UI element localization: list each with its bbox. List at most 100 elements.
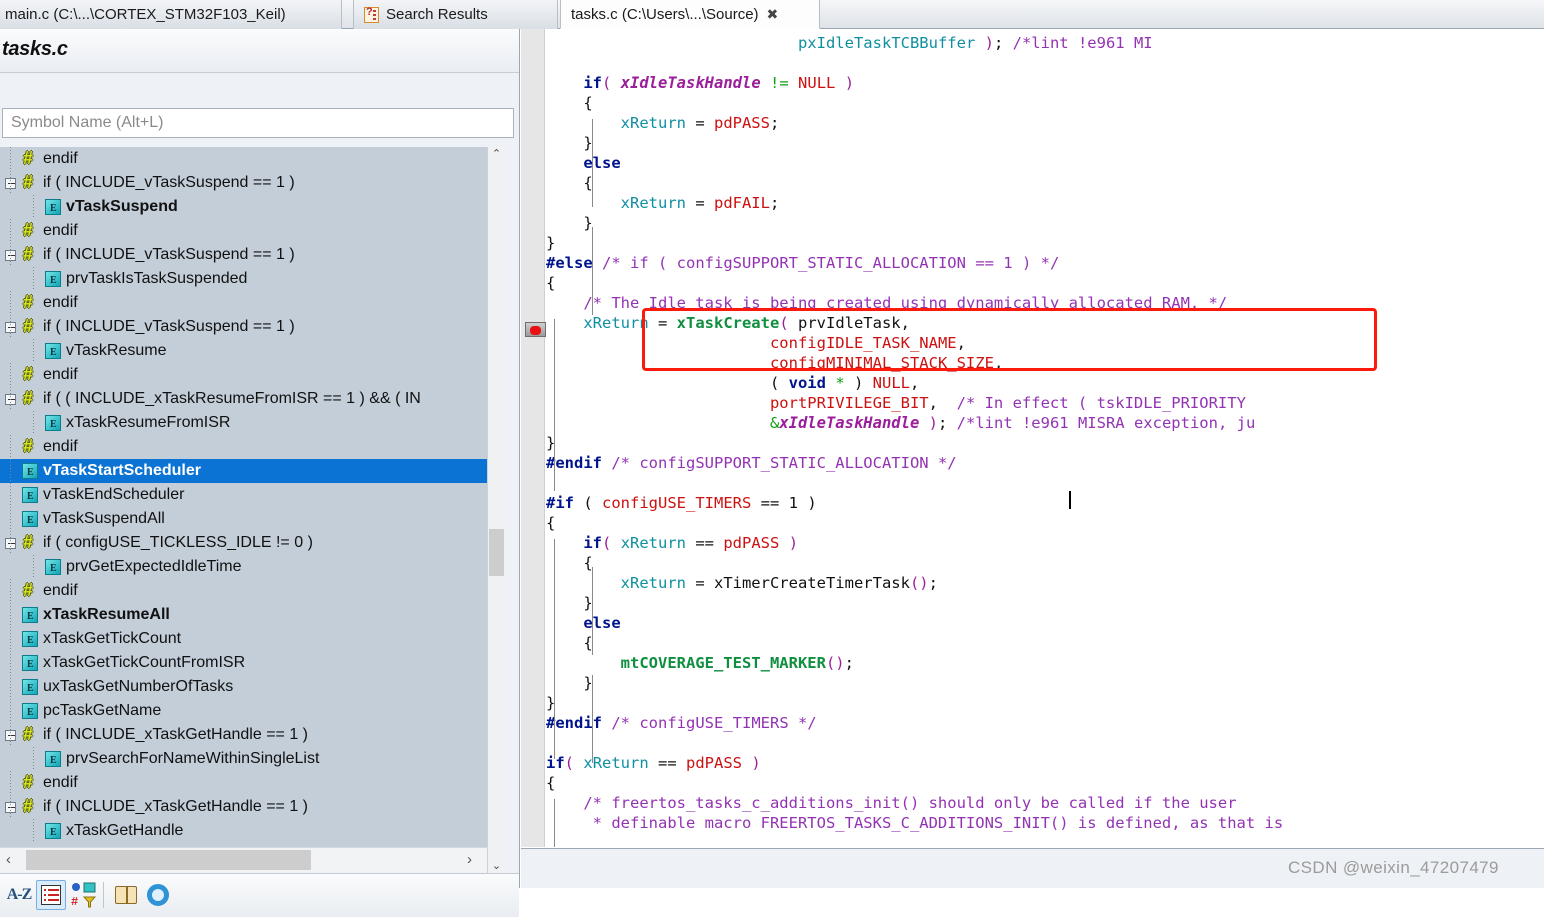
tree-item[interactable]: vTaskResume	[0, 339, 487, 365]
scroll-left-icon[interactable]: ‹	[6, 851, 11, 868]
toolbar-divider	[103, 882, 104, 908]
close-icon[interactable]: ✖	[767, 6, 779, 23]
editor-gutter[interactable]	[521, 29, 546, 847]
tree-item[interactable]: xTaskGetTickCount	[0, 627, 487, 653]
scrollbar-thumb[interactable]	[489, 529, 504, 576]
code-line: if( xIdleTaskHandle != NULL )	[583, 74, 855, 92]
tree-item[interactable]: endif	[0, 362, 487, 387]
tree-item-label: if ( INCLUDE_vTaskSuspend == 1 )	[43, 174, 295, 191]
bookmark-icon[interactable]	[525, 322, 546, 337]
tree-item[interactable]: prvTaskIsTaskSuspended	[0, 267, 487, 293]
tree-item[interactable]: vTaskSuspend	[0, 195, 487, 221]
tab-tasks-c[interactable]: tasks.c (C:\Users\...\Source) ✖	[560, 0, 820, 29]
code-line: else	[583, 614, 621, 632]
tree-guide-line	[10, 795, 11, 819]
code-line: configIDLE_TASK_NAME,	[769, 334, 966, 352]
tree-item[interactable]: vTaskEndScheduler	[0, 483, 487, 509]
symbol-search-input[interactable]	[2, 108, 514, 138]
tree-guide-line	[10, 147, 11, 171]
code-line: xReturn = pdFAIL;	[620, 194, 780, 212]
code-line: configMINIMAL_STACK_SIZE,	[769, 354, 1004, 372]
symbol-tree-vertical-scrollbar[interactable]: ⌃ ⌄	[487, 147, 505, 877]
function-icon	[45, 557, 61, 581]
code-editor[interactable]: pxIdleTaskTCBBuffer ); /*lint !e961 MI i…	[521, 29, 1544, 888]
tree-item[interactable]: if ( ( INCLUDE_xTaskResumeFromISR == 1 )…	[0, 386, 487, 411]
settings-gear-button[interactable]	[143, 880, 173, 910]
hash-icon	[22, 170, 38, 194]
tree-item[interactable]: xTaskResumeAll	[0, 603, 487, 629]
symbol-tree-horizontal-scrollbar[interactable]: ‹ ›	[0, 847, 487, 872]
scroll-right-icon[interactable]: ›	[467, 851, 472, 868]
tree-item-label: vTaskEndScheduler	[43, 486, 185, 503]
tree-item[interactable]: vTaskSuspendAll	[0, 507, 487, 533]
tree-guide-line	[10, 219, 11, 243]
tree-item-label: uxTaskGetNumberOfTasks	[43, 678, 234, 695]
tree-item[interactable]: uxTaskGetNumberOfTasks	[0, 675, 487, 701]
tree-item[interactable]: xTaskResumeFromISR	[0, 411, 487, 437]
svg-text:#: #	[71, 895, 78, 909]
tree-item[interactable]: if ( INCLUDE_xTaskGetHandle == 1 )	[0, 794, 487, 819]
tree-item[interactable]: endif	[0, 218, 487, 243]
tree-item[interactable]: prvSearchForNameWithinSingleList	[0, 747, 487, 773]
tree-guide-line	[10, 699, 11, 723]
symbol-panel: tasks.c endif if ( INCLUDE_vTaskSuspend =…	[0, 29, 520, 917]
tree-item[interactable]: if ( INCLUDE_vTaskSuspend == 1 )	[0, 314, 487, 339]
tree-guide-line	[33, 747, 34, 771]
function-icon	[45, 197, 61, 221]
tree-guide-line	[10, 579, 11, 603]
hash-icon	[22, 386, 38, 410]
tree-item[interactable]: endif	[0, 147, 487, 171]
sort-alphabetical-button[interactable]: A-Z	[4, 880, 34, 910]
tree-item[interactable]: endif	[0, 290, 487, 315]
tree-guide-line	[10, 651, 11, 675]
code-line: portPRIVILEGE_BIT, /* In effect ( tskIDL…	[769, 394, 1246, 412]
tree-item[interactable]: if ( INCLUDE_vTaskSuspend == 1 )	[0, 170, 487, 195]
scroll-up-icon[interactable]: ⌃	[488, 147, 505, 165]
tree-item[interactable]: if ( configUSE_TICKLESS_IDLE != 0 )	[0, 530, 487, 555]
code-line: {	[583, 554, 593, 572]
brace-guide	[592, 567, 593, 655]
tree-item-label: vTaskSuspendAll	[43, 510, 165, 527]
brace-guide	[592, 675, 593, 763]
tree-item-label: prvSearchForNameWithinSingleList	[66, 750, 320, 767]
tree-item[interactable]: vTaskStartScheduler	[0, 459, 487, 485]
tree-guide-line	[10, 507, 11, 531]
code-line: {	[583, 174, 593, 192]
hash-icon	[22, 578, 38, 602]
book-icon	[115, 886, 137, 904]
function-icon	[22, 509, 38, 533]
hash-icon	[22, 530, 38, 554]
tree-item[interactable]: pcTaskGetName	[0, 699, 487, 725]
code-line: #endif /* configSUPPORT_STATIC_ALLOCATIO…	[546, 454, 957, 472]
tree-item[interactable]: xTaskGetHandle	[0, 819, 487, 845]
tree-item-label: vTaskStartScheduler	[43, 462, 201, 479]
symbol-tree[interactable]: endif if ( INCLUDE_vTaskSuspend == 1 ) vTa…	[0, 147, 487, 847]
tree-guide-line	[33, 819, 34, 843]
hash-icon	[22, 362, 38, 386]
hash-icon	[22, 770, 38, 794]
sort-alphabetical-label: A-Z	[6, 886, 33, 903]
tree-item[interactable]: endif	[0, 770, 487, 795]
scrollbar-thumb[interactable]	[26, 850, 311, 870]
code-line: else	[583, 154, 621, 172]
tree-item[interactable]: endif	[0, 578, 487, 603]
list-view-button[interactable]	[36, 880, 66, 910]
book-reference-button[interactable]	[111, 880, 141, 910]
code-line: #else /* if ( configSUPPORT_STATIC_ALLOC…	[546, 254, 1060, 272]
code-line: * definable macro FREERTOS_TASKS_C_ADDIT…	[583, 814, 1284, 832]
tree-item[interactable]: prvGetExpectedIdleTime	[0, 555, 487, 581]
function-icon	[22, 461, 38, 485]
filter-symbols-button[interactable]: #	[68, 880, 98, 910]
tree-item[interactable]: xTaskGetTickCountFromISR	[0, 651, 487, 677]
code-line: {	[583, 94, 593, 112]
code-text-area[interactable]: pxIdleTaskTCBBuffer ); /*lint !e961 MI i…	[546, 29, 1544, 847]
tree-item[interactable]: if ( INCLUDE_vTaskSuspend == 1 )	[0, 242, 487, 267]
tree-item[interactable]: if ( INCLUDE_xTaskGetHandle == 1 )	[0, 722, 487, 747]
code-line: }	[583, 134, 593, 152]
tree-item-label: xTaskResumeFromISR	[66, 414, 231, 431]
tab-main-c[interactable]: main.c (C:\...\CORTEX_STM32F103_Keil)	[0, 0, 342, 29]
tab-search-results[interactable]: Search Results	[353, 0, 558, 29]
tree-item[interactable]: endif	[0, 434, 487, 459]
